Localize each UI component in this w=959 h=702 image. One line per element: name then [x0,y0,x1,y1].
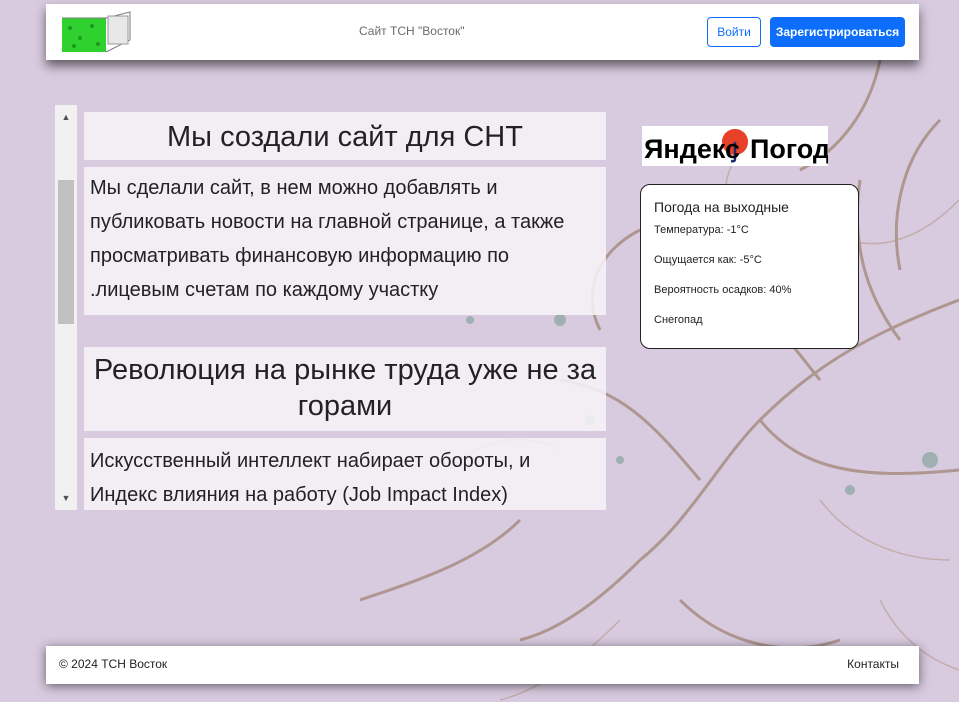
footer: © 2024 ТСН Восток Контакты [46,646,919,684]
post-body-card: Мы сделали сайт, в нем можно добавлять и… [84,167,606,315]
scroll-down-arrow-icon[interactable]: ▼ [55,488,77,508]
weather-temperature: Температура: -1°C [654,224,749,236]
scrollbar-thumb[interactable] [58,180,74,324]
weather-condition: Снегопад [654,314,703,326]
post-title: Революция на рынке труда уже не за горам… [93,354,597,422]
post-title-card: Революция на рынке труда уже не за горам… [84,347,606,431]
weather-precipitation: Вероятность осадков: 40% [654,284,792,296]
post-body: Мы сделали сайт, в нем можно добавлять и… [90,177,565,301]
weather-feels-like: Ощущается как: -5°C [654,254,762,266]
post-title-card: Мы создали сайт для СНТ [84,112,606,160]
yandex-weather-logo-icon: Яндекс Погода [642,126,846,166]
contacts-link[interactable]: Контакты [847,657,899,671]
copyright-text: © 2024 ТСН Восток [59,657,168,671]
yandex-weather-logo[interactable]: Яндекс Погода [642,126,846,166]
top-navbar: Сайт ТСН "Восток" Войти Зарегистрировать… [46,4,919,60]
yandex-logo-text: Яндекс [644,134,740,164]
scroll-up-arrow-icon[interactable]: ▲ [55,107,77,127]
weather-widget: Погода на выходные Температура: -1°C Ощу… [640,184,859,349]
post-title: Мы создали сайт для СНТ [167,121,523,153]
post-body-card: Искусственный интеллект набирает обороты… [84,438,606,510]
weather-title: Погода на выходные [654,199,789,215]
site-logo[interactable] [60,10,134,54]
site-title: Сайт ТСН "Восток" [359,24,465,38]
scrollbar[interactable]: ▲ ▼ [55,105,77,510]
register-button[interactable]: Зарегистрироваться [770,17,905,47]
weather-logo-text: Погода [750,134,828,164]
post-body: Искусственный интеллект набирает обороты… [90,450,531,506]
login-button[interactable]: Войти [707,17,761,47]
news-feed[interactable]: ▲ ▼ Мы создали сайт для СНТ Мы сделали с… [55,105,607,510]
